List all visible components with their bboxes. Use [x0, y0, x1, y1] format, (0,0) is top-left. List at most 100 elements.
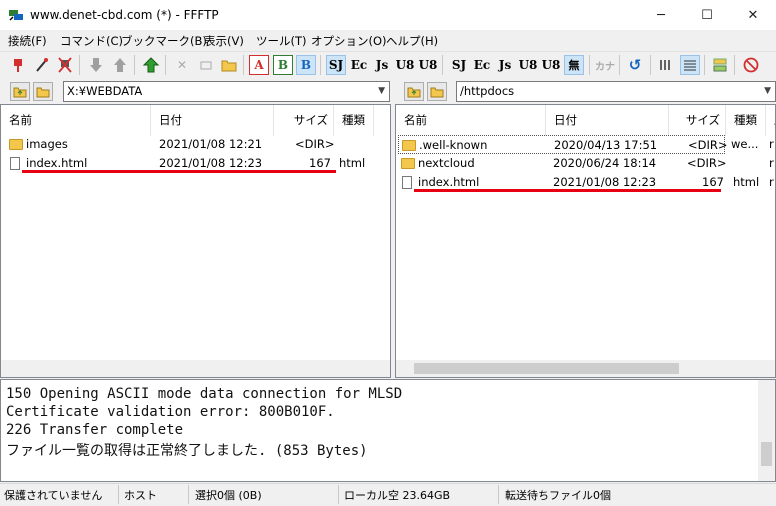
file-size: 167 [309, 156, 331, 170]
file-type: we... [731, 137, 759, 151]
column-name-header[interactable]: 名前 [396, 105, 546, 136]
remote-horizontal-scrollbar[interactable] [396, 360, 775, 377]
log-vertical-scrollbar[interactable] [758, 380, 775, 481]
refresh-icon[interactable]: ↺ [625, 55, 645, 75]
status-separator [338, 485, 339, 504]
folder-icon [9, 139, 23, 150]
file-attr: r [769, 175, 774, 189]
menu-help[interactable]: ヘルプ(H) [386, 33, 438, 49]
kana-convert-button[interactable]: カナ [595, 55, 615, 75]
column-attr-header[interactable]: 属 [766, 105, 775, 136]
upload-arrow-icon[interactable] [110, 55, 130, 75]
kanji-euc-button[interactable]: Ec [349, 55, 369, 75]
toolbar-separator [704, 55, 705, 75]
disconnect-icon[interactable] [55, 55, 75, 75]
file-size: 167 [702, 175, 724, 189]
delete-icon[interactable]: ✕ [172, 55, 192, 75]
status-queue: 転送待ちファイル0個 [505, 489, 611, 502]
file-size: <DIR> [687, 156, 727, 170]
status-security: 保護されていません [4, 489, 103, 502]
sync-folders-icon[interactable] [710, 55, 730, 75]
column-name-header[interactable]: 名前 [1, 105, 151, 136]
folder-icon [401, 158, 415, 169]
local-row-images[interactable]: images 2021/01/08 12:21 <DIR> [1, 135, 390, 154]
remote-jis-button[interactable]: Js [495, 55, 515, 75]
toolbar-separator [134, 55, 135, 75]
scrollbar-thumb[interactable] [414, 363, 679, 374]
toolbar-separator [165, 55, 166, 75]
new-folder-icon[interactable] [219, 55, 239, 75]
folder-icon [402, 140, 416, 151]
kanji-utf8-bom-button[interactable]: U8 [418, 55, 438, 75]
file-name: index.html [418, 175, 480, 189]
window-title: www.denet-cbd.com (*) - FFFTP [30, 8, 219, 22]
remote-list-header: 名前 日付 サイズ 種類 属 [396, 105, 775, 136]
status-separator [498, 485, 499, 504]
toolbar-separator [79, 55, 80, 75]
column-size-header[interactable]: サイズ [669, 105, 726, 136]
scrollbar-thumb[interactable] [761, 442, 772, 466]
status-local-space: ローカル空 23.64GB [344, 489, 451, 502]
binary-mode-button[interactable]: B [273, 55, 293, 75]
stop-icon[interactable] [741, 55, 761, 75]
kanji-jis-button[interactable]: Js [372, 55, 392, 75]
remote-row-well-known[interactable]: .well-known 2020/04/13 17:51 <DIR> [398, 135, 728, 154]
ffftp-app-icon [9, 10, 23, 21]
remote-sjis-button[interactable]: SJ [449, 55, 469, 75]
local-parent-folder-button[interactable] [10, 82, 30, 101]
menu-bookmark[interactable]: ブックマーク(B) [121, 33, 207, 49]
log-line: 226 Transfer complete [6, 422, 184, 438]
kanji-utf8-button[interactable]: U8 [395, 55, 415, 75]
column-type-header[interactable]: 種類 [334, 105, 374, 136]
mirror-upload-icon[interactable] [141, 55, 161, 75]
connect-plug-icon[interactable] [8, 55, 28, 75]
status-host: ホスト [124, 489, 157, 502]
chevron-down-icon[interactable]: ▼ [764, 82, 771, 101]
no-conversion-button[interactable]: 無 [564, 55, 584, 75]
toolbar-separator [589, 55, 590, 75]
file-date: 2021/01/08 12:23 [159, 156, 263, 170]
download-arrow-icon[interactable] [86, 55, 106, 75]
auto-mode-button[interactable]: B [296, 55, 316, 75]
menu-view[interactable]: 表示(V) [204, 33, 244, 49]
toolbar-separator [243, 55, 244, 75]
minimize-button[interactable]: ─ [638, 0, 684, 30]
local-open-folder-button[interactable] [33, 82, 53, 101]
column-type-header[interactable]: 種類 [726, 105, 766, 136]
close-button[interactable]: ✕ [730, 0, 776, 30]
rename-icon[interactable] [196, 55, 216, 75]
menu-command[interactable]: コマンド(C) [60, 33, 123, 49]
file-name: index.html [26, 156, 88, 170]
column-date-header[interactable]: 日付 [151, 105, 274, 136]
file-type: html [733, 175, 760, 189]
column-date-header[interactable]: 日付 [546, 105, 669, 136]
maximize-button[interactable]: ☐ [684, 0, 730, 30]
remote-open-folder-button[interactable] [427, 82, 447, 101]
menu-connect[interactable]: 接続(F) [8, 33, 47, 49]
chevron-down-icon[interactable]: ▼ [378, 82, 385, 101]
remote-parent-folder-button[interactable] [404, 82, 424, 101]
toolbar-separator [442, 55, 443, 75]
file-date: 2021/01/08 12:23 [553, 175, 657, 189]
menu-tools[interactable]: ツール(T) [256, 33, 307, 49]
remote-utf8-button[interactable]: U8 [518, 55, 538, 75]
quick-connect-icon[interactable] [32, 55, 52, 75]
remote-row-nextcloud[interactable]: nextcloud 2020/06/24 18:14 <DIR> r [396, 154, 775, 173]
menu-options[interactable]: オプション(O) [311, 33, 387, 49]
log-panel[interactable]: 150 Opening ASCII mode data connection f… [0, 379, 776, 482]
remote-utf8-bom-button[interactable]: U8 [541, 55, 561, 75]
column-size-header[interactable]: サイズ [274, 105, 334, 136]
kanji-sjis-button[interactable]: SJ [326, 55, 346, 75]
remote-file-list[interactable]: 名前 日付 サイズ 種類 属 .well-known 2020/04/13 17… [395, 104, 776, 378]
local-horizontal-scrollbar[interactable] [1, 360, 390, 377]
toolbar-separator [320, 55, 321, 75]
ascii-mode-button[interactable]: A [249, 55, 269, 75]
local-path-combobox[interactable]: X:¥WEBDATA ▼ [63, 81, 390, 102]
file-type: html [339, 156, 366, 170]
file-attr: r [769, 137, 774, 151]
details-view-icon[interactable] [680, 55, 700, 75]
list-view-icon[interactable] [656, 55, 676, 75]
local-file-list[interactable]: 名前 日付 サイズ 種類 images 2021/01/08 12:21 <DI… [0, 104, 391, 378]
remote-euc-button[interactable]: Ec [472, 55, 492, 75]
remote-path-combobox[interactable]: /httpdocs ▼ [456, 81, 776, 102]
